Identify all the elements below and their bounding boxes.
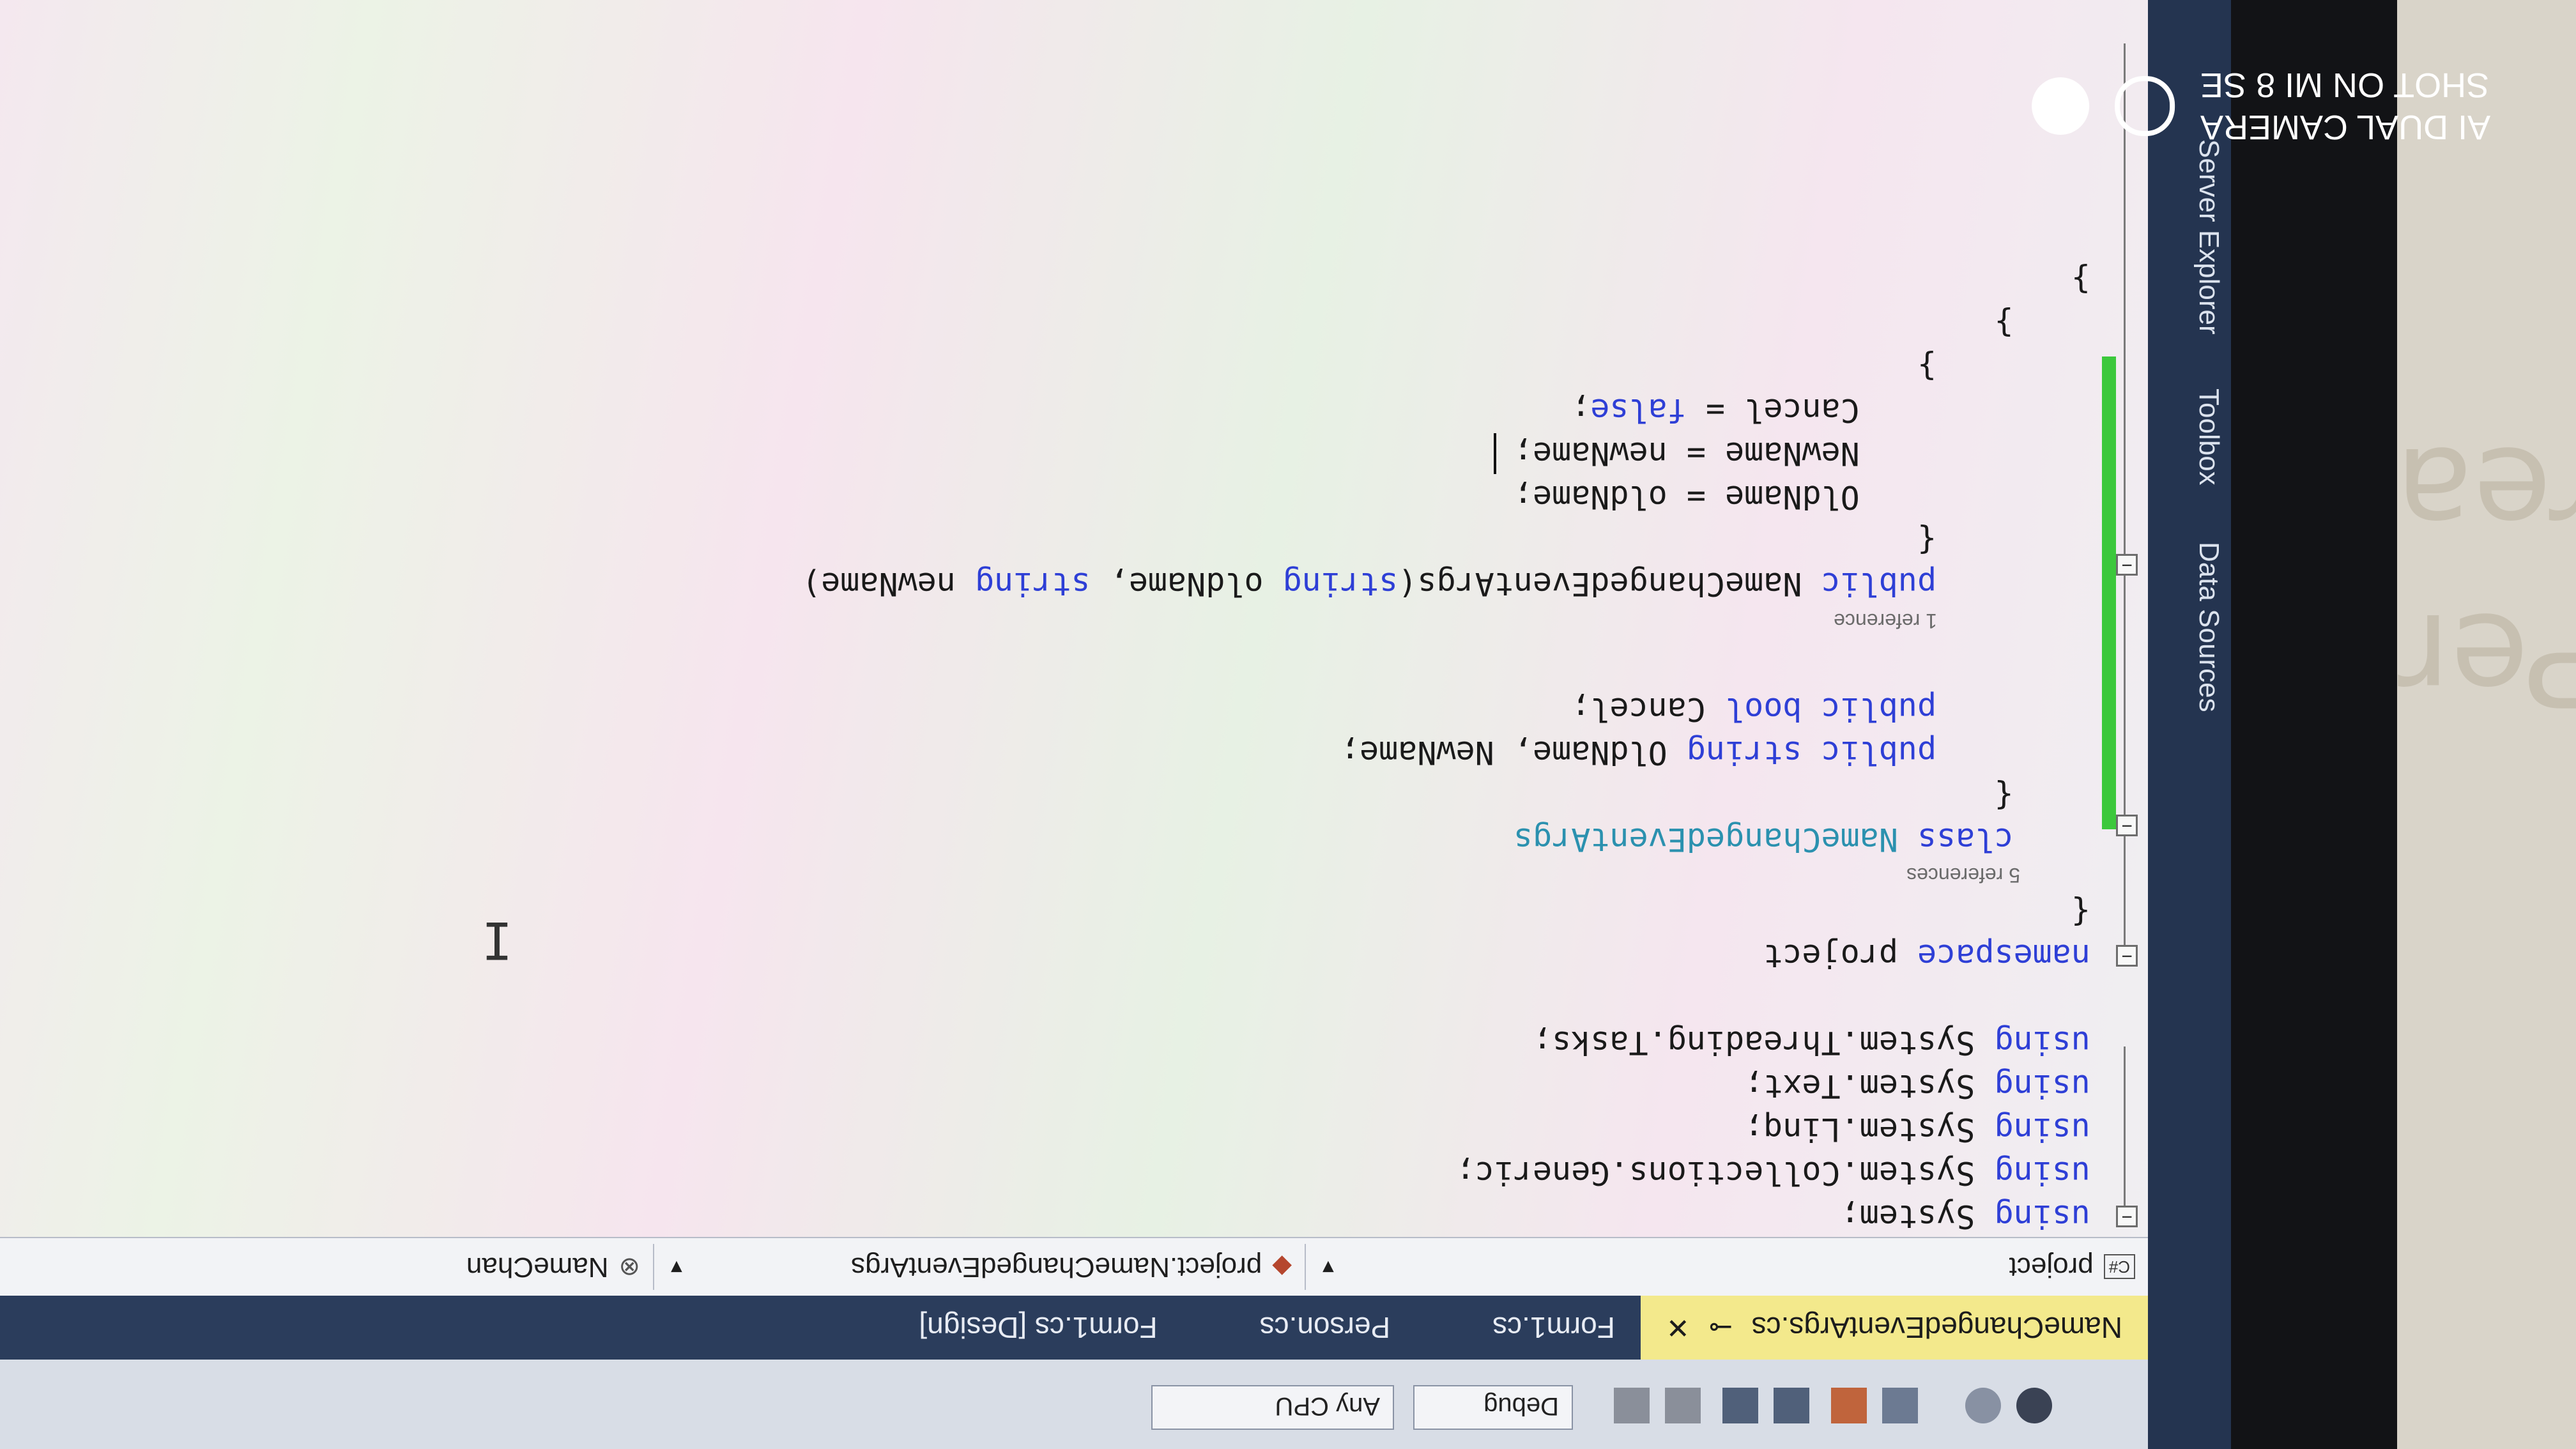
- configuration-dropdown[interactable]: Debug: [1413, 1385, 1573, 1430]
- camera-ring-icon: [2115, 76, 2175, 136]
- open-folder-icon[interactable]: [1831, 1388, 1867, 1423]
- project-name: project: [2009, 1252, 2094, 1283]
- codelens-references[interactable]: 5 references: [1906, 863, 2020, 887]
- background-word: rea: [2395, 418, 2576, 567]
- toolbox-tab[interactable]: Toolbox: [2193, 388, 2225, 486]
- project-dropdown[interactable]: C# project ▼: [1305, 1244, 2148, 1290]
- new-project-icon[interactable]: [1882, 1388, 1918, 1423]
- code-line: using System;: [1840, 1198, 2090, 1235]
- code-line: using System.Collections.Generic;: [1455, 1154, 2090, 1192]
- member-dropdown[interactable]: ⊗ NameChan: [1, 1244, 653, 1290]
- watermark-line2: AI DUAL CAMERA: [2200, 108, 2491, 146]
- code-line: public NameChangedEventArgs(string oldNa…: [802, 565, 1937, 602]
- code-line: using System.Threading.Tasks;: [1533, 1024, 2090, 1061]
- chevron-down-icon: ▼: [1319, 1257, 1338, 1278]
- code-line: Cancel = false;: [1571, 392, 2090, 429]
- code-line: class NameChangedEventArgs: [1514, 818, 2090, 861]
- collapse-toggle-icon[interactable]: −: [2116, 945, 2138, 967]
- code-line: namespace project: [1763, 937, 2090, 974]
- keyword-class: class: [1917, 821, 2014, 858]
- side-tool-strip: Server Explorer Toolbox Data Sources: [2148, 0, 2231, 1449]
- code-line: }: [1994, 305, 2090, 342]
- keyword-namespace: namespace: [1917, 937, 2090, 974]
- class-path: project.NameChangedEventArgs: [850, 1252, 1262, 1283]
- undo-icon[interactable]: [1665, 1388, 1701, 1423]
- code-line: {: [1994, 778, 2090, 815]
- tab-label: NameChangedEventArgs.cs: [1751, 1311, 2122, 1344]
- editor-gutter: − − − −: [2097, 0, 2148, 1238]
- keyword-using: using: [1994, 1068, 2090, 1105]
- tab-label: Person.cs: [1259, 1311, 1391, 1344]
- code-line: {: [1917, 522, 2090, 559]
- navigation-bar: C# project ▼ ◆ project.NameChangedEventA…: [0, 1237, 2148, 1296]
- collapse-toggle-icon[interactable]: −: [2116, 1206, 2138, 1228]
- code-line: }: [2071, 261, 2090, 298]
- save-icon[interactable]: [1774, 1388, 1809, 1423]
- class-dropdown[interactable]: ◆ project.NameChangedEventArgs ▼: [653, 1244, 1305, 1290]
- code-line: {: [2071, 894, 2090, 931]
- platform-dropdown[interactable]: Any CPU: [1151, 1385, 1394, 1430]
- type-name: NameChangedEventArgs: [1513, 821, 1898, 858]
- code-editor[interactable]: − − − − using System; using System.Colle…: [0, 0, 2148, 1238]
- tab-form1-design[interactable]: Form1.cs [Design]: [893, 1296, 1234, 1360]
- keyword-false: false: [1590, 392, 1687, 429]
- code-line: }: [1917, 348, 2090, 385]
- code-line: using System.Linq;: [1744, 1111, 2090, 1148]
- keyword-string: string: [975, 565, 1091, 602]
- camera-dot-icon: [2032, 77, 2089, 135]
- tab-label: Form1.cs [Design]: [919, 1311, 1158, 1344]
- pin-icon[interactable]: ⊸: [1709, 1312, 1733, 1344]
- main-toolbar: Debug Any CPU: [0, 1358, 2148, 1449]
- document-tabs: NameChangedEventArgs.cs ⊸ ✕ Form1.cs Per…: [0, 1296, 2148, 1360]
- member-name: NameChan: [466, 1252, 609, 1283]
- text-caret: [1494, 433, 1496, 474]
- server-explorer-tab[interactable]: Server Explorer: [2193, 139, 2225, 335]
- tab-label: Form1.cs: [1492, 1311, 1615, 1344]
- keyword-using: using: [1994, 1154, 2090, 1192]
- tab-form1[interactable]: Form1.cs: [1467, 1296, 1641, 1360]
- change-indicator-bar: [2102, 356, 2116, 829]
- code-line: public bool Cancel;: [1571, 691, 1937, 728]
- keyword-public: public: [1821, 734, 1937, 771]
- tab-namechangedeventargs[interactable]: NameChangedEventArgs.cs ⊸ ✕: [1640, 1296, 2148, 1360]
- background-wall: Pers rea: [2331, 0, 2576, 1449]
- ibeam-cursor-icon: I: [481, 910, 512, 970]
- keyword-string: string: [1282, 565, 1399, 602]
- codelens-references[interactable]: 1 reference: [1834, 609, 1937, 632]
- watermark-line1: SHOT ON MI 8 SE: [2200, 66, 2490, 104]
- keyword-public: public: [1821, 565, 1937, 602]
- close-icon[interactable]: ✕: [1666, 1312, 1690, 1344]
- code-line: public string OldName, NewName;: [1340, 734, 1937, 771]
- chevron-down-icon: ▼: [667, 1257, 686, 1278]
- code-line: OldName = oldName;: [1513, 479, 2090, 516]
- save-all-icon[interactable]: [1722, 1388, 1758, 1423]
- forward-icon[interactable]: [1965, 1388, 2001, 1423]
- keyword-string: string: [1686, 734, 1802, 771]
- keyword-bool: bool: [1725, 691, 1802, 728]
- ide-window: Server Explorer Toolbox Data Sources Deb…: [0, 0, 2231, 1449]
- tab-person[interactable]: Person.cs: [1234, 1296, 1468, 1360]
- data-sources-tab[interactable]: Data Sources: [2193, 542, 2225, 712]
- monitor-bezel: [2231, 0, 2397, 1449]
- photo-scene: Pers rea Server Explorer Toolbox Data So…: [0, 0, 2576, 1449]
- code-line: NewName = newName;: [1513, 435, 2090, 472]
- collapse-toggle-icon[interactable]: −: [2116, 815, 2138, 837]
- camera-watermark: AI DUAL CAMERA SHOT ON MI 8 SE: [2032, 64, 2490, 148]
- keyword-using: using: [1994, 1024, 2090, 1061]
- keyword-using: using: [1994, 1111, 2090, 1148]
- csharp-project-icon: C#: [2103, 1254, 2135, 1280]
- watermark-text: AI DUAL CAMERA SHOT ON MI 8 SE: [2200, 64, 2490, 148]
- redo-icon[interactable]: [1614, 1388, 1650, 1423]
- back-icon[interactable]: [2016, 1388, 2052, 1423]
- outline-line: [2124, 1046, 2126, 1219]
- class-icon: ◆: [1272, 1253, 1292, 1281]
- keyword-using: using: [1994, 1198, 2090, 1235]
- keyword-public: public: [1821, 691, 1937, 728]
- collapse-toggle-icon[interactable]: −: [2116, 554, 2138, 576]
- member-icon: ⊗: [618, 1253, 640, 1281]
- code-line: using System.Text;: [1744, 1068, 2090, 1105]
